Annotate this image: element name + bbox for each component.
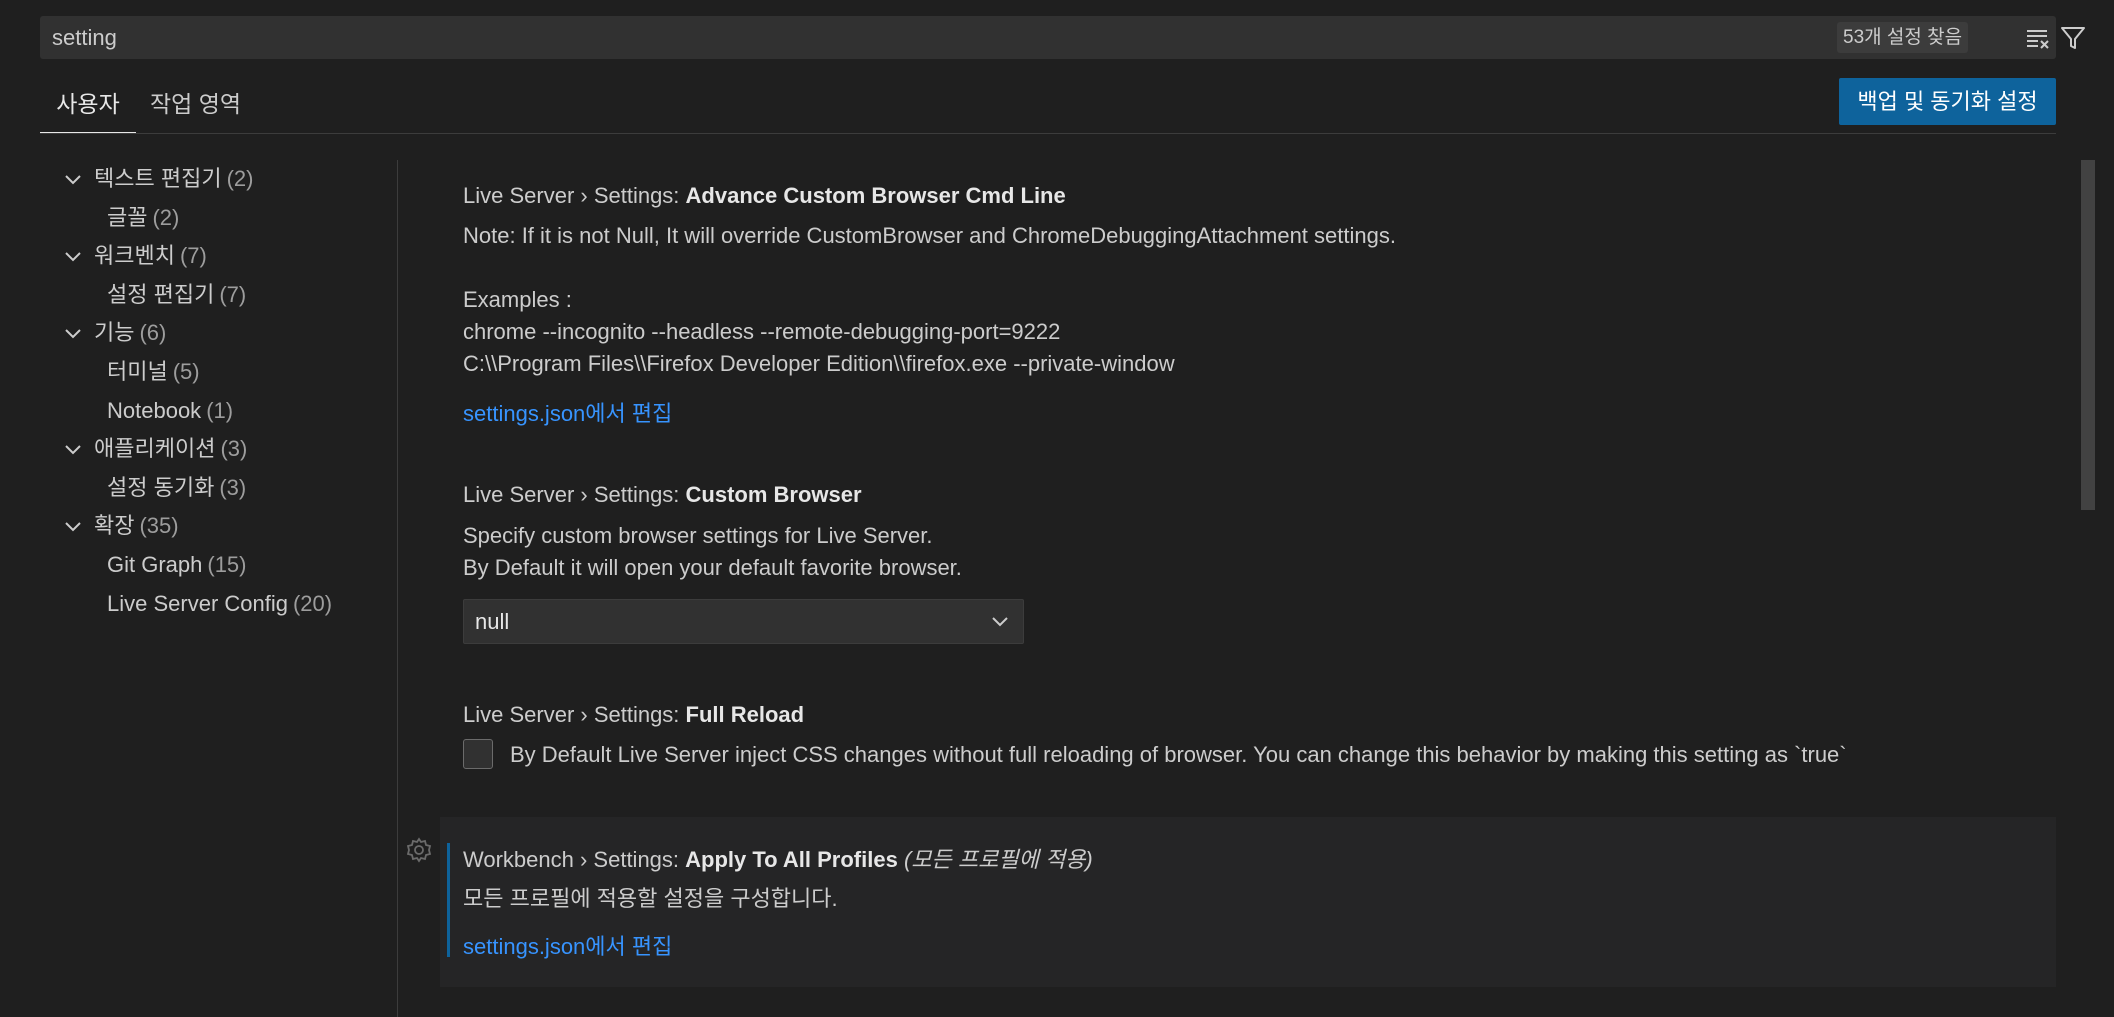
toc-item[interactable]: 설정 편집기 (7) — [107, 276, 246, 314]
toc-item-count: (20) — [292, 591, 333, 616]
toc-item-label: 글꼴 — [107, 205, 148, 230]
tabs-divider — [40, 133, 2056, 134]
toc-item-label: 확장 — [94, 513, 135, 538]
checkbox-label: By Default Live Server inject CSS change… — [510, 742, 1847, 767]
setting-description: Examples : — [463, 287, 572, 312]
toc-item-count: (7) — [219, 282, 247, 307]
chevron-down-icon — [992, 617, 1008, 627]
toc-item-count: (5) — [172, 359, 200, 384]
toc-item-label: Notebook — [107, 398, 202, 423]
toc-item-count: (2) — [226, 166, 254, 191]
setting-description: chrome --incognito --headless --remote-d… — [463, 319, 1061, 344]
toc-item[interactable]: 확장 (35) — [62, 507, 179, 545]
clear-filter-icon[interactable] — [2024, 24, 2052, 52]
toc-item-count: (3) — [220, 436, 248, 461]
toc-item[interactable]: 텍스트 편집기 (2) — [62, 160, 253, 198]
edit-in-settings-json-link[interactable]: settings.json에서 편집 — [463, 929, 672, 961]
toc-item-count: (7) — [179, 243, 207, 268]
toc-item[interactable]: 애플리케이션 (3) — [62, 430, 247, 468]
toc-item-count: (3) — [219, 475, 247, 500]
toc-item-label: 텍스트 편집기 — [94, 166, 222, 191]
chevron-down-icon[interactable] — [62, 160, 90, 198]
toc-item[interactable]: 터미널 (5) — [107, 353, 200, 391]
toc-item-label: 기능 — [94, 320, 135, 345]
edit-in-settings-json-link[interactable]: settings.json에서 편집 — [463, 396, 672, 428]
toc-item-label: Live Server Config — [107, 591, 288, 616]
toc-item-label: Git Graph — [107, 552, 203, 577]
chevron-down-icon[interactable] — [62, 237, 90, 275]
toc-item-count: (15) — [207, 552, 247, 577]
toc-item-label: 터미널 — [107, 359, 168, 384]
toc-item-label: 설정 동기화 — [107, 475, 215, 500]
setting-description: Specify custom browser settings for Live… — [463, 523, 933, 548]
setting-description: Note: If it is not Null, It will overrid… — [463, 223, 1396, 248]
chevron-down-icon[interactable] — [62, 430, 90, 468]
filter-icon[interactable] — [2059, 24, 2087, 52]
setting-description: C:\\Program Files\\Firefox Developer Edi… — [463, 351, 1175, 376]
toc-item[interactable]: Live Server Config (20) — [107, 585, 332, 623]
toc-item[interactable]: 설정 동기화 (3) — [107, 469, 246, 507]
setting-name: Custom Browser — [685, 482, 862, 507]
setting-title-advance-cmd-line: Live Server › Settings: Advance Custom B… — [463, 183, 1066, 209]
custom-browser-select[interactable]: null — [463, 599, 1024, 644]
chevron-down-icon[interactable] — [62, 507, 90, 545]
toc-item[interactable]: 글꼴 (2) — [107, 199, 179, 237]
gear-icon[interactable] — [405, 836, 433, 864]
focus-indicator — [447, 843, 450, 957]
setting-title-custom-browser: Live Server › Settings: Custom Browser — [463, 482, 862, 508]
setting-name: Advance Custom Browser Cmd Line — [685, 183, 1066, 208]
settings-search-input[interactable] — [52, 16, 1832, 59]
toc-item[interactable]: Notebook (1) — [107, 392, 233, 430]
settings-search-bar: 53개 설정 찾음 — [40, 16, 2085, 59]
setting-description: 모든 프로필에 적용할 설정을 구성합니다. — [463, 886, 838, 911]
toc-item-count: (2) — [152, 205, 180, 230]
toc-item-count: (6) — [139, 320, 167, 345]
setting-title-full-reload: Live Server › Settings: Full Reload — [463, 702, 804, 728]
tab-user[interactable]: 사용자 — [40, 84, 136, 134]
toc-item-label: 설정 편집기 — [107, 282, 215, 307]
setting-category: Live Server › Settings: — [463, 482, 686, 507]
setting-category: Workbench › Settings: — [463, 847, 686, 872]
toc-item-count: (35) — [139, 513, 179, 538]
toc-item[interactable]: 워크벤치 (7) — [62, 237, 207, 275]
setting-description: By Default it will open your default fav… — [463, 555, 962, 580]
setting-name: Full Reload — [685, 702, 805, 727]
toc-divider — [397, 160, 398, 1017]
setting-title-apply-all-profiles: Workbench › Settings: Apply To All Profi… — [463, 842, 1093, 874]
scrollbar-thumb[interactable] — [2081, 160, 2095, 510]
chevron-down-icon[interactable] — [62, 314, 90, 352]
search-result-count: 53개 설정 찾음 — [1837, 22, 1969, 53]
setting-category: Live Server › Settings: — [463, 702, 686, 727]
toc-item-label: 워크벤치 — [94, 243, 175, 268]
tab-workspace[interactable]: 작업 영역 — [150, 84, 241, 134]
toc-item[interactable]: 기능 (6) — [62, 314, 166, 352]
toc-item-count: (1) — [206, 398, 234, 423]
setting-note: (모든 프로필에 적용) — [903, 847, 1093, 872]
select-value: null — [475, 609, 510, 634]
backup-sync-settings-button[interactable]: 백업 및 동기화 설정 — [1839, 78, 2056, 125]
setting-category: Live Server › Settings: — [463, 183, 686, 208]
full-reload-checkbox[interactable] — [463, 739, 493, 769]
setting-name: Apply To All Profiles — [685, 847, 898, 872]
toc-item[interactable]: Git Graph (15) — [107, 546, 247, 584]
toc-item-label: 애플리케이션 — [94, 436, 216, 461]
